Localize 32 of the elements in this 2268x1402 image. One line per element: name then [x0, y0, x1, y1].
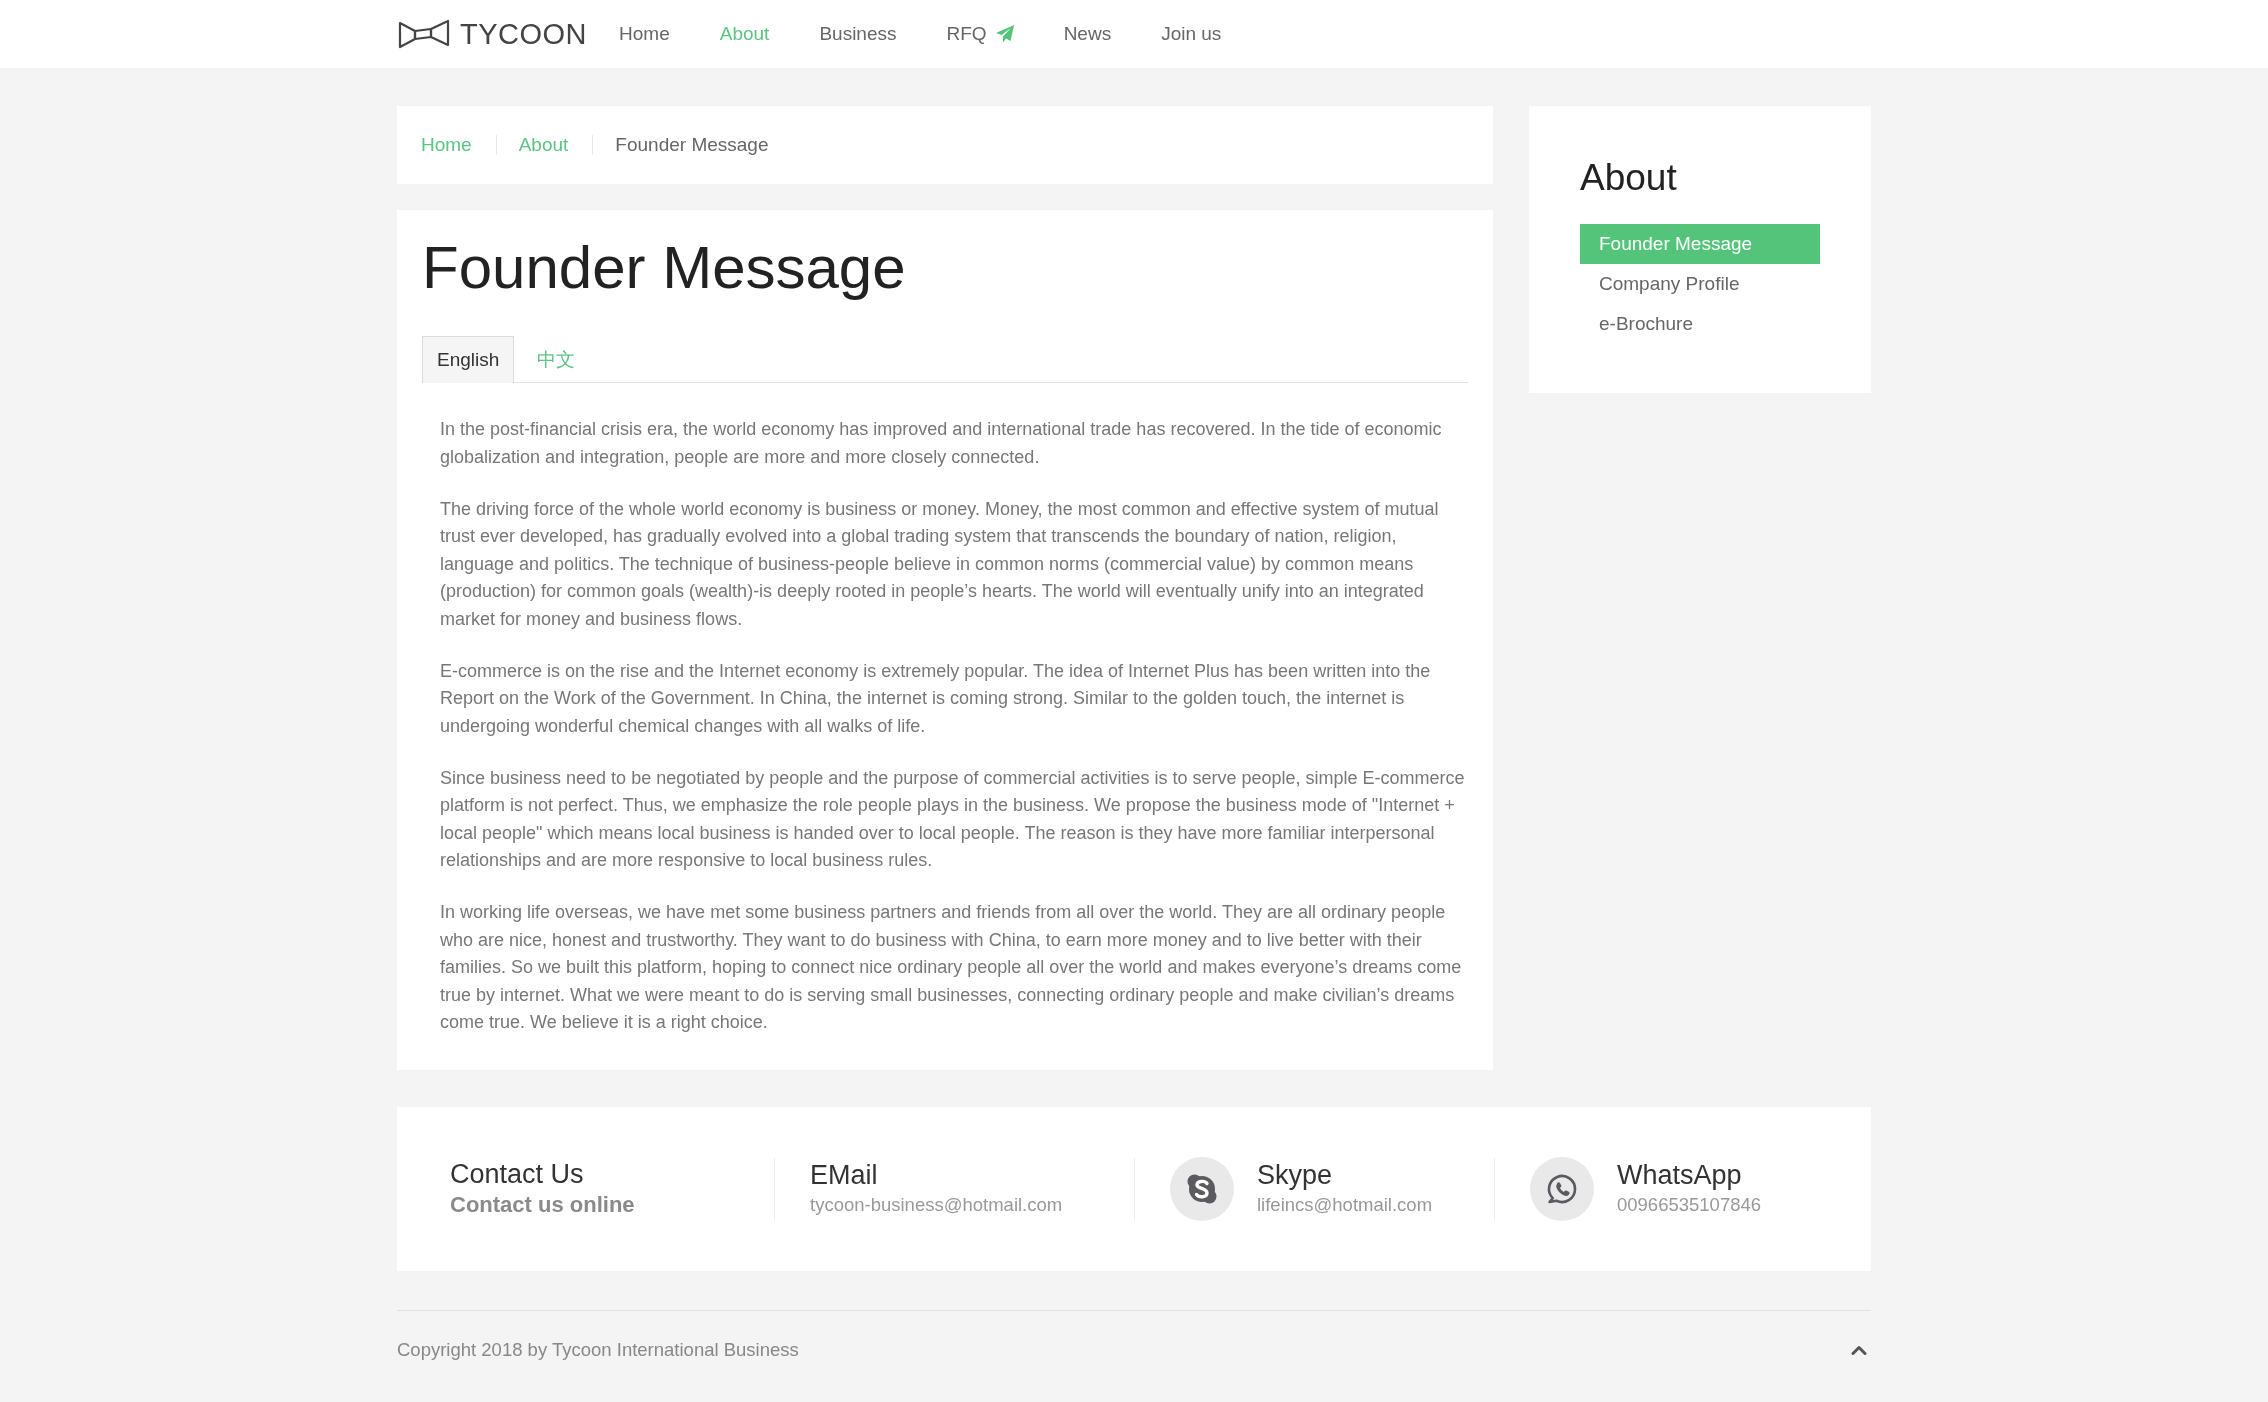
contact-title: EMail: [810, 1159, 878, 1191]
contact-online-link[interactable]: Contact us online: [450, 1189, 635, 1219]
breadcrumb-current: Founder Message: [615, 134, 769, 156]
logo-icon: [398, 18, 450, 50]
article-paragraph: In the post-financial crisis era, the world economy has improved and international trade has recovered. In the tide of economic globalization and integration, people are more and more closely connected.: [440, 418, 1443, 469]
article-paragraph: In working life overseas, we have met some business partners and friends from all over the world. They are all ordinary people who are nice, honest and trustworthy. They want to do business with China, to earn more money and to live better with their families. So we built this platform, hoping to connect nice ordinary people all over the world and makes everyone’s dreams come true by internet. What we were meant to do is serving small businesses, connecting ordinary people and make civilian’s dreams come true. We believe it is a right choice.: [440, 901, 1463, 1034]
sidebar-title: About: [1580, 156, 1678, 200]
sidebar-menu-item[interactable]: Company Profile: [1580, 264, 1820, 304]
page-title: Founder Message: [422, 233, 907, 303]
skype-logo-icon: [1170, 1156, 1234, 1221]
paper-plane-icon: [995, 25, 1014, 43]
contact-value: 00966535107846: [1617, 1192, 1762, 1217]
logo-link[interactable]: TYCOON: [398, 17, 588, 51]
nav-link[interactable]: Home: [619, 23, 670, 45]
nav-link[interactable]: Business: [819, 23, 897, 45]
nav-link[interactable]: News: [1063, 23, 1112, 45]
contact-title: Skype: [1257, 1159, 1333, 1191]
article-paragraph: E-commerce is on the rise and the Internet economy is extremely popular. The idea of Internet Plus has been written into the Report on the Work of the Government. In China, the internet is coming strong. Similar to the golden touch, the internet is undergoing wonderful chemical changes with all walks of life.: [440, 659, 1432, 738]
copyright-text: Copyright 2018 by Tycoon International Business: [397, 1339, 799, 1361]
contact-value: tycoon-business@hotmail.com: [810, 1192, 1063, 1217]
chevron-up-icon: [1851, 1345, 1867, 1355]
back-to-top-button[interactable]: [1851, 1345, 1867, 1355]
sidebar-menu-item[interactable]: e-Brochure: [1580, 304, 1820, 344]
nav-link[interactable]: RFQ: [946, 23, 1014, 45]
nav-link[interactable]: Join us: [1161, 23, 1222, 45]
whatsapp-logo-icon: [1530, 1156, 1594, 1221]
article-paragraph: Since business need to be negotiated by people and the purpose of commercial activities is to serve people, simple E-commerce platform is not perfect. Thus, we emphasize the role people plays in the business. We propose the business mode of "Internet + local people" which means local business is handed over to local people. The reason is they have more familiar interpersonal relationships and are more responsive to local business rules.: [440, 766, 1466, 872]
language-tab[interactable]: English: [422, 336, 515, 383]
contact-title: Contact Us: [450, 1158, 584, 1190]
article-paragraph: The driving force of the whole world economy is business or money. Money, the most common and effective system of mutual trust ever developed, has gradually evolved into a global trading system that transcends the boundary of nation, religion, language and politics. The technique of business-people believe in common norms (commercial value) by common means (production) for common goals (wealth)-is deeply rooted in people’s hearts. The world will eventually unify into an integrated market for money and business flows.: [440, 497, 1440, 631]
contact-title: WhatsApp: [1617, 1159, 1742, 1191]
contact-value: lifeincs@hotmail.com: [1257, 1192, 1433, 1217]
